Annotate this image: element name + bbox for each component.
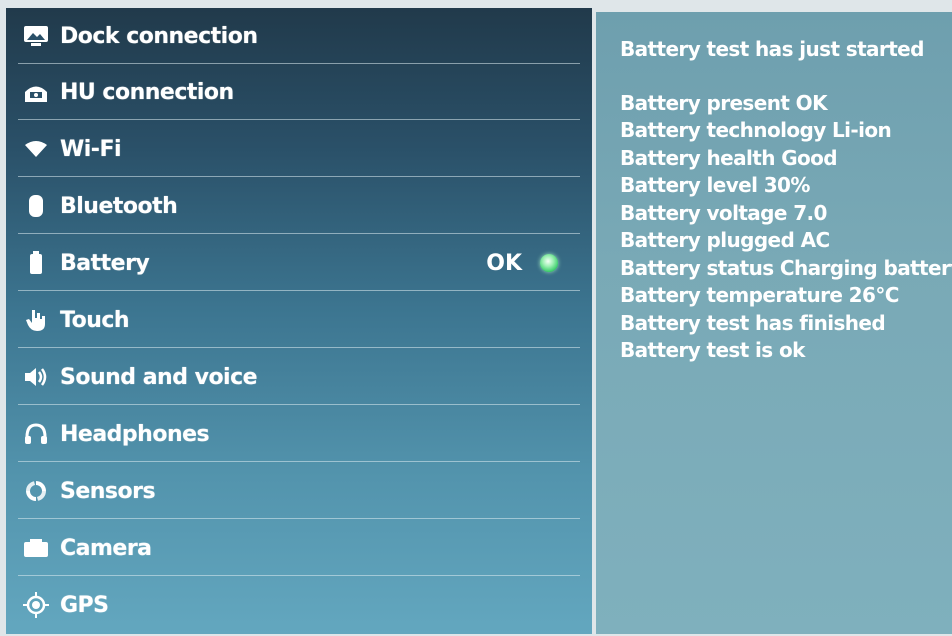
menu-item-label: Touch: [60, 307, 130, 333]
test-log-panel: Battery test has just started Battery pr…: [596, 12, 952, 634]
camera-icon: [22, 534, 50, 562]
test-menu-panel: Dock connection HU connection Wi-Fi Blue…: [6, 8, 592, 634]
wifi-icon: [22, 135, 50, 163]
divider: [18, 119, 580, 120]
divider: [18, 290, 580, 291]
sensors-icon: [22, 477, 50, 505]
log-line: Battery present OK: [620, 90, 828, 115]
divider: [18, 575, 580, 576]
menu-item-label: GPS: [60, 592, 109, 618]
menu-item-sound-and-voice[interactable]: Sound and voice: [16, 349, 580, 405]
menu-item-label: Dock connection: [60, 23, 258, 49]
menu-item-hu-connection[interactable]: HU connection: [16, 64, 580, 120]
menu-item-camera[interactable]: Camera: [16, 520, 580, 576]
divider: [18, 518, 580, 519]
divider: [18, 233, 580, 234]
menu-item-battery[interactable]: Battery OK: [16, 235, 580, 291]
log-line: Battery plugged AC: [620, 228, 830, 252]
dock-icon: [22, 22, 50, 50]
log-line: Battery temperature 26°C: [620, 283, 899, 307]
menu-item-touch[interactable]: Touch: [16, 292, 580, 348]
screen: Dock connection HU connection Wi-Fi Blue…: [0, 0, 952, 636]
menu-item-wifi[interactable]: Wi-Fi: [16, 121, 580, 177]
divider: [18, 347, 580, 348]
menu-item-label: Sensors: [60, 478, 156, 504]
log-line: Battery technology Li-ion: [620, 118, 892, 142]
menu-item-label: Bluetooth: [60, 193, 178, 219]
menu-item-label: Wi-Fi: [60, 136, 122, 162]
log-line: Battery status Charging battery: [620, 255, 952, 280]
menu-item-headphones[interactable]: Headphones: [16, 406, 580, 462]
car-icon: [22, 78, 50, 106]
menu-item-label: Battery: [60, 250, 150, 276]
log-line: Battery health Good: [620, 145, 838, 170]
menu-item-dock-connection[interactable]: Dock connection: [16, 8, 580, 64]
speaker-icon: [22, 363, 50, 391]
bluetooth-icon: [22, 192, 50, 220]
status-indicator-icon: [540, 254, 558, 272]
menu-item-label: HU connection: [60, 79, 234, 105]
divider: [18, 461, 580, 462]
log-header: Battery test has just started: [620, 37, 924, 61]
battery-icon: [22, 249, 50, 277]
touch-icon: [22, 306, 50, 334]
log-line: Battery voltage 7.0: [620, 200, 827, 225]
menu-item-gps[interactable]: GPS: [16, 577, 580, 633]
log-line: Battery level 30%: [620, 173, 810, 197]
test-log: Battery test has just started Battery pr…: [620, 36, 952, 365]
menu-item-label: Sound and voice: [60, 364, 258, 390]
menu-item-sensors[interactable]: Sensors: [16, 463, 580, 519]
status-badge: OK: [486, 250, 522, 276]
divider: [18, 404, 580, 405]
log-line: Battery test is ok: [620, 338, 805, 362]
menu-item-label: Headphones: [60, 421, 210, 447]
headphones-icon: [22, 420, 50, 448]
gps-icon: [22, 591, 50, 619]
log-line: Battery test has finished: [620, 310, 886, 335]
divider: [18, 176, 580, 177]
menu-item-bluetooth[interactable]: Bluetooth: [16, 178, 580, 234]
menu-item-label: Camera: [60, 535, 152, 561]
